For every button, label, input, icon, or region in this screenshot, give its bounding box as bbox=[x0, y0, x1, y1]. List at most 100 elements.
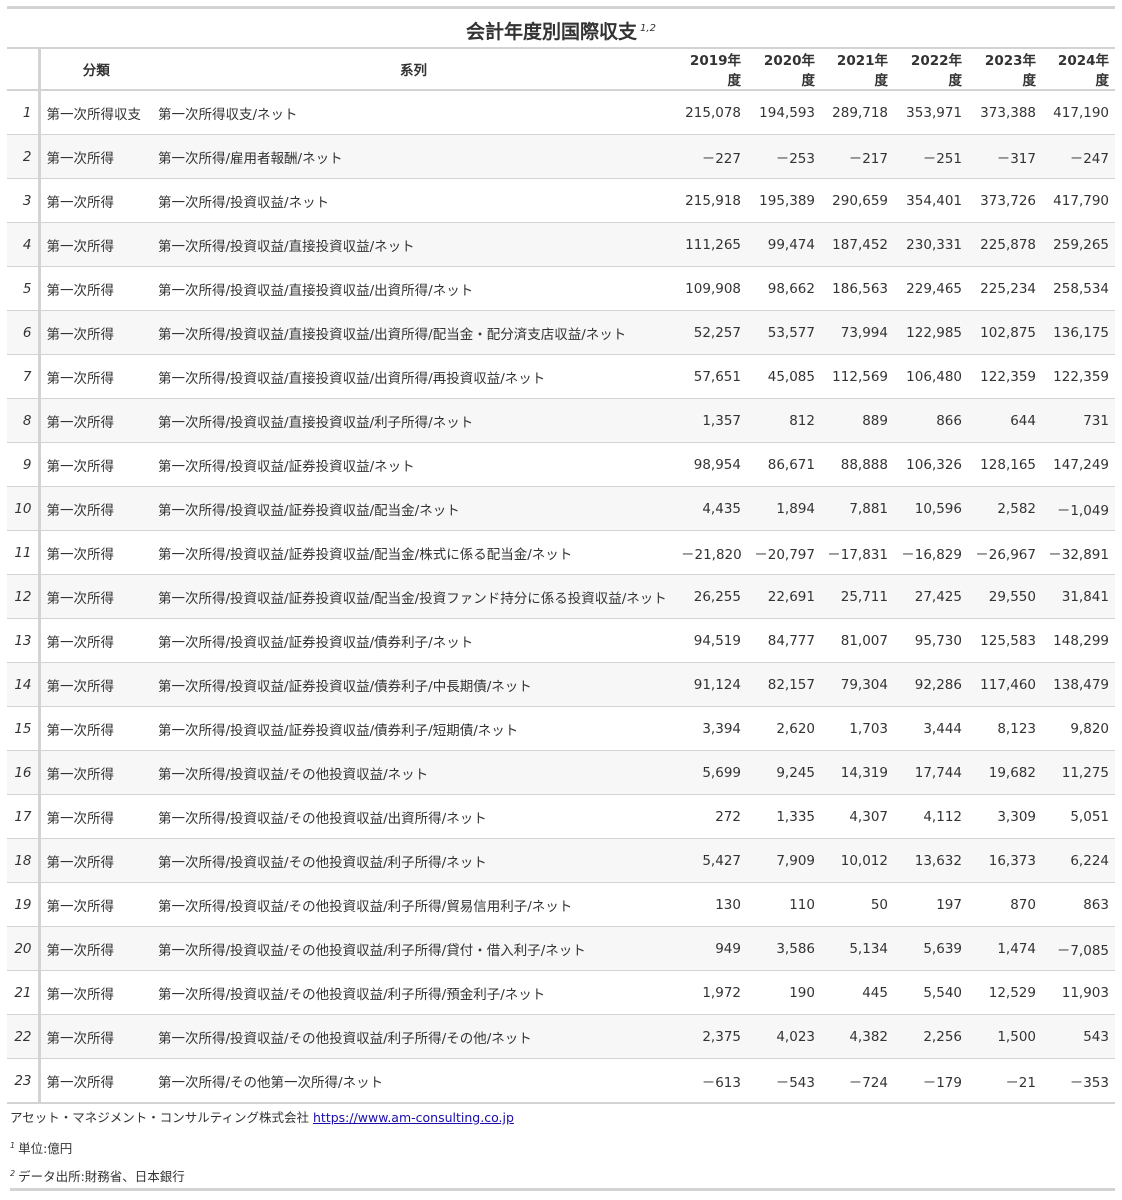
header-year: 2022年度 bbox=[894, 47, 968, 91]
table-title: 会計年度別国際収支 1,2 bbox=[466, 21, 656, 43]
row-value: 4,435 bbox=[675, 486, 747, 531]
row-value: 25,711 bbox=[821, 574, 894, 619]
row-number: 3 bbox=[7, 178, 41, 223]
row-value: 138,479 bbox=[1042, 662, 1115, 707]
table-container: 会計年度別国際収支 1,2 分類 系列 2019年度 2020年度 2021年度 … bbox=[7, 6, 1115, 1191]
row-value: 5,639 bbox=[894, 926, 968, 971]
row-value: 106,480 bbox=[894, 354, 968, 399]
row-value: 258,534 bbox=[1042, 266, 1115, 311]
row-value: 1,500 bbox=[968, 1014, 1042, 1059]
row-value: 10,012 bbox=[821, 838, 894, 883]
table-row: 8 第一次所得 第一次所得/投資収益/直接投資収益/利子所得/ネット 1,357 812… bbox=[7, 398, 1115, 443]
row-value: 417,190 bbox=[1053, 104, 1109, 121]
table-row: 23 第一次所得 第一次所得/その他第一次所得/ネット －613 －543 －724 －17… bbox=[7, 1058, 1115, 1103]
row-series: 第一次所得/投資収益/その他投資収益/利子所得/その他/ネット bbox=[152, 1014, 675, 1059]
row-value: 109,908 bbox=[675, 266, 747, 311]
row-value: 91,124 bbox=[675, 662, 747, 707]
row-value: 50 bbox=[821, 882, 894, 927]
table-row: 6 第一次所得 第一次所得/投資収益/直接投資収益/出資所得/配当金・配分済支店収益… bbox=[7, 310, 1115, 355]
row-value: 230,331 bbox=[894, 222, 968, 267]
title-bar: 会計年度別国際収支 1,2 bbox=[7, 6, 1115, 47]
row-value: 147,249 bbox=[1042, 442, 1115, 487]
row-value: 5,427 bbox=[675, 838, 747, 883]
header-row: 分類 系列 2019年度 2020年度 2021年度 2022年度 2023年度… bbox=[7, 47, 1115, 91]
row-value: －227 bbox=[675, 134, 747, 179]
row-value: －247 bbox=[1042, 134, 1115, 179]
table-row: 22 第一次所得 第一次所得/投資収益/その他投資収益/利子所得/その他/ネット 2,… bbox=[7, 1014, 1115, 1059]
row-value: 812 bbox=[747, 398, 821, 443]
row-value: 353,971 bbox=[906, 104, 962, 121]
row-value: 5,051 bbox=[1042, 794, 1115, 839]
row-value: 125,583 bbox=[968, 618, 1042, 663]
row-value: 11,903 bbox=[1042, 970, 1115, 1015]
row-category: 第一次所得 bbox=[39, 882, 152, 927]
row-series: 第一次所得/投資収益/証券投資収益/ネット bbox=[152, 442, 675, 487]
row-value: －724 bbox=[821, 1058, 894, 1103]
row-number: 17 bbox=[7, 794, 41, 839]
row-value: －20,797 bbox=[747, 530, 821, 575]
row-category: 第一次所得 bbox=[39, 838, 152, 883]
row-value: －353 bbox=[1042, 1058, 1115, 1103]
row-value: 110 bbox=[747, 882, 821, 927]
footnote-1-mark: 1 bbox=[10, 1141, 16, 1150]
row-value: 14,319 bbox=[821, 750, 894, 795]
row-value: 73,994 bbox=[821, 310, 894, 355]
row-number: 8 bbox=[7, 398, 41, 443]
row-value: －16,829 bbox=[894, 530, 968, 575]
row-value: 9,820 bbox=[1042, 706, 1115, 751]
row-category: 第一次所得 bbox=[39, 442, 152, 487]
row-number: 19 bbox=[7, 882, 41, 927]
row-category: 第一次所得 bbox=[39, 706, 152, 751]
row-value: 88,888 bbox=[821, 442, 894, 487]
row-value: －179 bbox=[894, 1058, 968, 1103]
table-row: 16 第一次所得 第一次所得/投資収益/その他投資収益/ネット 5,699 9,245 1… bbox=[7, 750, 1115, 795]
row-value: 26,255 bbox=[675, 574, 747, 619]
row-value: 187,452 bbox=[821, 222, 894, 267]
header-year: 2021年度 bbox=[821, 47, 894, 91]
row-value: －32,891 bbox=[1042, 530, 1115, 575]
row-value: 31,841 bbox=[1042, 574, 1115, 619]
row-value: －613 bbox=[675, 1058, 747, 1103]
source-link[interactable]: https://www.am-consulting.co.jp bbox=[313, 1110, 514, 1125]
row-series: 第一次所得/投資収益/直接投資収益/出資所得/配当金・配分済支店収益/ネット bbox=[152, 310, 675, 355]
row-series: 第一次所得/投資収益/その他投資収益/利子所得/貸付・借入利子/ネット bbox=[152, 926, 675, 971]
row-number: 11 bbox=[7, 530, 41, 575]
row-value: 16,373 bbox=[968, 838, 1042, 883]
table-row: 13 第一次所得 第一次所得/投資収益/証券投資収益/債券利子/ネット 94,519 8… bbox=[7, 618, 1115, 663]
row-value: －253 bbox=[747, 134, 821, 179]
row-value: 99,474 bbox=[747, 222, 821, 267]
row-series: 第一次所得/投資収益/証券投資収益/債券利子/中長期債/ネット bbox=[152, 662, 675, 707]
row-number: 18 bbox=[7, 838, 41, 883]
row-value: 225,234 bbox=[968, 266, 1042, 311]
row-series: 第一次所得/投資収益/その他投資収益/出資所得/ネット bbox=[152, 794, 675, 839]
row-category: 第一次所得 bbox=[39, 178, 152, 223]
table-row: 7 第一次所得 第一次所得/投資収益/直接投資収益/出資所得/再投資収益/ネット 57… bbox=[7, 354, 1115, 399]
row-number: 14 bbox=[7, 662, 41, 707]
row-value: －17,831 bbox=[821, 530, 894, 575]
row-value: 98,954 bbox=[675, 442, 747, 487]
row-value: 7,909 bbox=[747, 838, 821, 883]
row-value: 57,651 bbox=[675, 354, 747, 399]
row-value: 889 bbox=[821, 398, 894, 443]
row-series: 第一次所得/投資収益/その他投資収益/利子所得/ネット bbox=[152, 838, 675, 883]
row-value: －543 bbox=[747, 1058, 821, 1103]
row-value: 215,918 bbox=[675, 178, 747, 223]
row-value: 5,540 bbox=[894, 970, 968, 1015]
row-value: 197 bbox=[894, 882, 968, 927]
row-category: 第一次所得 bbox=[39, 1014, 152, 1059]
row-category: 第一次所得 bbox=[39, 354, 152, 399]
row-value: 112,569 bbox=[821, 354, 894, 399]
row-value: 373,726 bbox=[968, 178, 1042, 223]
row-value: 148,299 bbox=[1042, 618, 1115, 663]
row-value: 4,023 bbox=[747, 1014, 821, 1059]
row-value: 870 bbox=[968, 882, 1042, 927]
table-row: 21 第一次所得 第一次所得/投資収益/その他投資収益/利子所得/預金利子/ネット 1… bbox=[7, 970, 1115, 1015]
row-value: 106,326 bbox=[894, 442, 968, 487]
row-number: 15 bbox=[7, 706, 41, 751]
row-value: 29,550 bbox=[968, 574, 1042, 619]
row-value: 22,691 bbox=[747, 574, 821, 619]
row-value: 84,777 bbox=[747, 618, 821, 663]
row-value: 215,078 bbox=[685, 104, 741, 121]
row-value: 3,444 bbox=[894, 706, 968, 751]
row-value: 11,275 bbox=[1042, 750, 1115, 795]
